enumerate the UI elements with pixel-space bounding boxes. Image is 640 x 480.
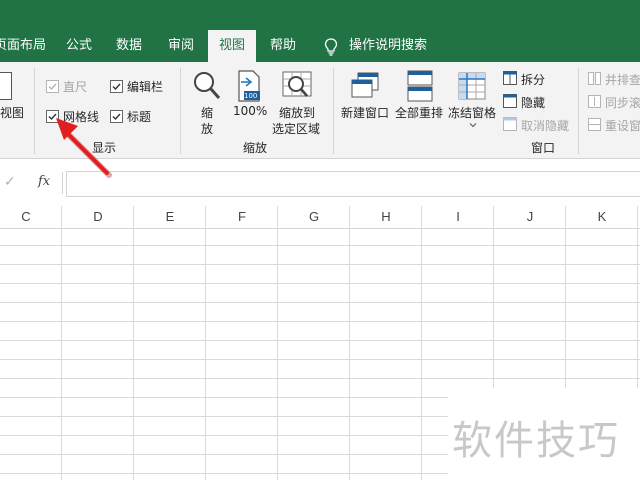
- group-separator: [578, 68, 579, 154]
- ruler-label: 直尺: [63, 80, 88, 94]
- tab-data[interactable]: 数据: [108, 30, 150, 62]
- zoom-button-line1[interactable]: 缩: [201, 104, 213, 121]
- group-separator: [180, 68, 181, 154]
- tell-me-search[interactable]: 操作说明搜索: [348, 30, 428, 62]
- page-view-icon[interactable]: [0, 72, 12, 100]
- headings-label: 标题: [127, 110, 152, 124]
- column-header-k[interactable]: K: [566, 206, 638, 228]
- arrange-all-icon[interactable]: [407, 70, 433, 102]
- grid-column-line: [277, 206, 278, 480]
- freeze-panes-icon[interactable]: [458, 72, 486, 100]
- unhide-icon: [503, 117, 517, 131]
- column-header-j[interactable]: J: [494, 206, 566, 228]
- custom-view-button[interactable]: 视图: [0, 104, 24, 121]
- reset-position-button: 重设窗: [605, 119, 640, 133]
- grid-row-line: [0, 245, 640, 246]
- column-header-h[interactable]: H: [350, 206, 422, 228]
- split-icon[interactable]: [503, 71, 517, 85]
- grid-column-line: [133, 206, 134, 480]
- ribbon-tab-bar: 页面布局 公式 数据 审阅 视图 帮助 操作说明搜索: [0, 0, 640, 62]
- zoom-group-label: 缩放: [243, 141, 268, 155]
- side-by-side-icon: [588, 72, 601, 85]
- enter-check-icon[interactable]: ✓: [4, 174, 16, 190]
- watermark-text: 软件技巧: [452, 418, 620, 464]
- group-separator: [34, 68, 35, 154]
- column-header-c[interactable]: C: [0, 206, 62, 228]
- unhide-button: 取消隐藏: [521, 119, 570, 133]
- zoom-100-label[interactable]: 100%: [233, 104, 267, 118]
- arrange-all-button[interactable]: 全部重排: [395, 104, 443, 121]
- zoom-100-icon-text: 100: [244, 92, 258, 100]
- tab-review[interactable]: 审阅: [160, 30, 202, 62]
- zoom-to-selection-line1[interactable]: 缩放到: [279, 104, 315, 121]
- tab-formulas[interactable]: 公式: [58, 30, 100, 62]
- new-window-icon[interactable]: [350, 72, 380, 100]
- grid-column-line: [349, 206, 350, 480]
- tab-help[interactable]: 帮助: [262, 30, 304, 62]
- formula-bar-label: 编辑栏: [127, 80, 164, 94]
- window-group-label: 窗口: [531, 141, 556, 155]
- zoom-magnifier-icon[interactable]: [192, 70, 222, 102]
- grid-row-line: [0, 283, 640, 284]
- new-window-button[interactable]: 新建窗口: [341, 104, 389, 121]
- grid-row-line: [0, 340, 640, 341]
- formula-input[interactable]: [66, 171, 640, 197]
- hide-icon[interactable]: [503, 94, 517, 108]
- hide-button[interactable]: 隐藏: [521, 94, 545, 111]
- column-header-f[interactable]: F: [206, 206, 278, 228]
- tab-page-layout[interactable]: 页面布局: [0, 30, 46, 62]
- formula-bar-checkbox[interactable]: [110, 80, 123, 93]
- reset-position-icon: [588, 118, 601, 131]
- column-header-i[interactable]: I: [422, 206, 494, 228]
- group-separator: [333, 68, 334, 154]
- column-header-g[interactable]: G: [278, 206, 350, 228]
- grid-row-line: [0, 359, 640, 360]
- grid-row-line: [0, 264, 640, 265]
- annotation-arrow-icon: [54, 116, 116, 180]
- grid-column-line: [205, 206, 206, 480]
- column-header-d[interactable]: D: [62, 206, 134, 228]
- column-header-row: C D E F G H I J K: [0, 206, 640, 229]
- split-button[interactable]: 拆分: [521, 71, 545, 88]
- grid-column-line: [61, 206, 62, 480]
- zoom-to-selection-icon[interactable]: [281, 70, 313, 102]
- lightbulb-icon[interactable]: [324, 38, 338, 56]
- insert-function-button[interactable]: fx: [38, 174, 50, 189]
- tab-view[interactable]: 视图: [208, 30, 256, 62]
- zoom-button-line2[interactable]: 放: [201, 120, 213, 137]
- chevron-down-icon[interactable]: [469, 118, 477, 128]
- grid-row-line: [0, 321, 640, 322]
- sync-scroll-icon: [588, 95, 601, 108]
- grid-column-line: [421, 206, 422, 480]
- grid-row-line: [0, 378, 640, 379]
- column-header-e[interactable]: E: [134, 206, 206, 228]
- view-side-by-side-button: 并排查: [605, 73, 640, 87]
- grid-row-line: [0, 302, 640, 303]
- ruler-checkbox: [46, 80, 59, 93]
- zoom-to-selection-line2[interactable]: 选定区域: [272, 120, 320, 137]
- sync-scroll-button: 同步滚: [605, 96, 640, 110]
